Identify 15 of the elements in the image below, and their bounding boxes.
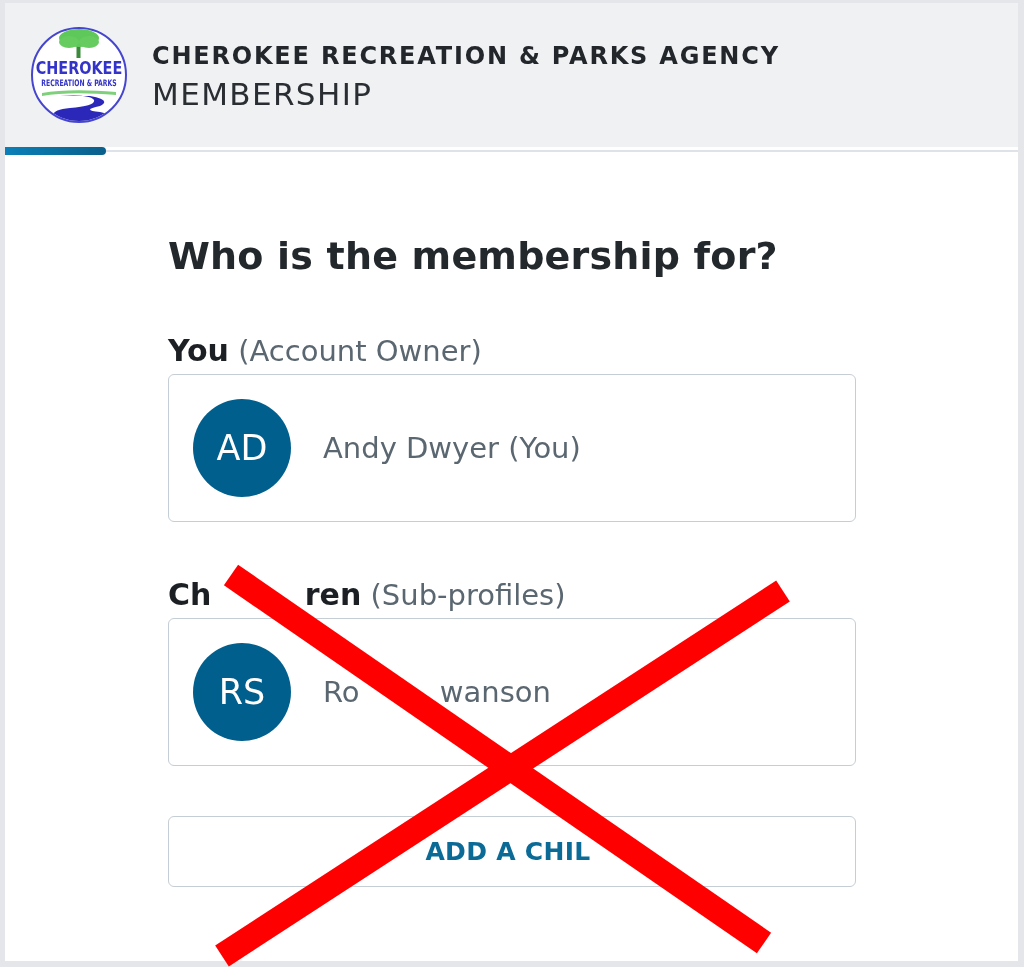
group-label: You (Account Owner) <box>168 334 483 368</box>
avatar: RS <box>193 643 291 741</box>
profile-name: Ro wanson <box>323 675 551 709</box>
profile-name: Andy Dwyer (You) <box>323 431 581 465</box>
logo-tagline: RECREATION & PARKS <box>41 77 117 89</box>
river-icon <box>42 90 116 121</box>
logo-wordmark: CHEROKEE <box>35 57 123 79</box>
tree-icon <box>59 29 99 58</box>
avatar: AD <box>193 399 291 497</box>
group-label: Ch ren (Sub-profiles) <box>168 578 567 612</box>
agency-name: CHEROKEE RECREATION & PARKS AGENCY <box>152 41 780 72</box>
profile-card[interactable]: RS Ro wanson <box>168 618 856 766</box>
question-heading: Who is the membership for? <box>168 233 779 280</box>
profile-card[interactable]: AD Andy Dwyer (You) <box>168 374 856 522</box>
section-title: MEMBERSHIP <box>152 76 374 112</box>
